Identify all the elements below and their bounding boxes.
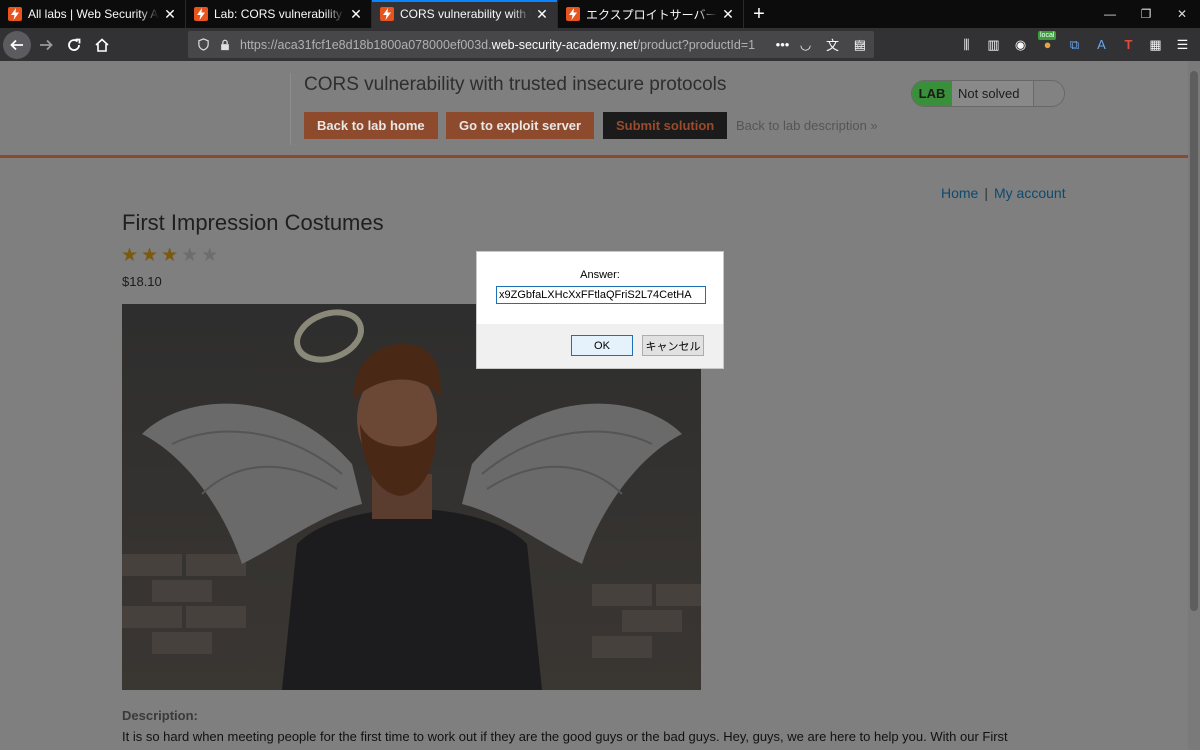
close-tab-icon[interactable]: ✕	[535, 7, 549, 21]
my-account-link[interactable]: My account	[994, 185, 1066, 201]
academy-lab-header: CORS vulnerability with trusted insecure…	[0, 61, 1188, 158]
pocket-icon[interactable]: ◡	[792, 31, 819, 58]
star-empty-icon: ★	[201, 245, 219, 266]
window-controls: — ❐ ✕	[1092, 0, 1200, 28]
go-to-exploit-server-button[interactable]: Go to exploit server	[446, 112, 595, 139]
tab-title: Lab: CORS vulnerability with trusted ins…	[214, 7, 345, 21]
extensions-grid-icon[interactable]: ▦	[1142, 31, 1169, 58]
web-security-academy-favicon-icon	[566, 7, 580, 21]
dialog-message: Answer:	[580, 269, 620, 281]
close-window-icon[interactable]: ✕	[1164, 0, 1200, 28]
tracking-protection-shield-icon[interactable]	[196, 38, 210, 52]
product-price: $18.10	[122, 274, 162, 289]
lab-status-text: Not solved	[952, 81, 1034, 106]
star-filled-icon: ★	[161, 245, 179, 266]
extension-fox-icon[interactable]: local ●	[1034, 31, 1061, 58]
tab-lab-instance[interactable]: CORS vulnerability with trusted insecure…	[372, 0, 558, 28]
tab-lab-description[interactable]: Lab: CORS vulnerability with trusted ins…	[186, 0, 372, 28]
web-security-academy-favicon-icon	[194, 7, 208, 21]
tab-bar: All labs | Web Security Academy ✕ Lab: C…	[0, 0, 1200, 28]
lab-status-widget: LAB Not solved	[911, 80, 1065, 107]
extension-t-icon[interactable]: T	[1115, 31, 1142, 58]
reload-icon[interactable]	[61, 32, 87, 58]
lab-status-indicator	[1034, 81, 1064, 106]
minimize-icon[interactable]: —	[1092, 0, 1128, 28]
prompt-dialog: Answer: OK キャンセル	[476, 251, 724, 369]
tab-title: CORS vulnerability with trusted insecure…	[400, 7, 531, 21]
web-security-academy-favicon-icon	[380, 7, 394, 21]
lab-badge: LAB	[912, 81, 952, 106]
browser-tools: ••• ◡ 文 ☆ ⫼ ▥ ◉ local ● ⧉ A T ▦ ☰	[769, 28, 1200, 61]
web-security-academy-favicon-icon	[8, 7, 22, 21]
close-tab-icon[interactable]: ✕	[349, 7, 363, 21]
description-label: Description:	[122, 708, 198, 723]
lab-title: CORS vulnerability with trusted insecure…	[304, 74, 727, 95]
new-tab-plus-icon[interactable]: +	[744, 0, 774, 28]
tab-title: All labs | Web Security Academy	[28, 7, 159, 21]
tab-all-labs[interactable]: All labs | Web Security Academy ✕	[0, 0, 186, 28]
local-badge: local	[1038, 31, 1057, 40]
back-arrow-icon[interactable]	[3, 30, 31, 59]
star-filled-icon: ★	[121, 245, 139, 266]
ok-button[interactable]: OK	[571, 335, 633, 356]
product-rating-stars: ★ ★ ★ ★ ★	[121, 246, 218, 266]
library-icon[interactable]: ⫼	[953, 31, 980, 58]
page-viewport: CORS vulnerability with trusted insecure…	[0, 61, 1188, 750]
back-to-lab-home-button[interactable]: Back to lab home	[304, 112, 438, 139]
cancel-button[interactable]: キャンセル	[642, 335, 704, 356]
product-title: First Impression Costumes	[122, 210, 384, 235]
home-icon[interactable]	[89, 32, 115, 58]
restore-icon[interactable]: ❐	[1128, 0, 1164, 28]
back-to-lab-description-link[interactable]: Back to lab description »	[736, 118, 878, 133]
forward-arrow-icon[interactable]	[33, 32, 59, 58]
star-empty-icon: ★	[181, 245, 199, 266]
product-description: It is so hard when meeting people for th…	[122, 729, 1008, 750]
dialog-footer: OK キャンセル	[477, 324, 723, 368]
scrollbar-thumb[interactable]	[1190, 71, 1198, 611]
tab-title: エクスプロイトサーバー：信頼できるプロトコル	[586, 7, 717, 22]
close-tab-icon[interactable]: ✕	[721, 7, 735, 21]
tab-exploit-server[interactable]: エクスプロイトサーバー：信頼できるプロトコル ✕	[558, 0, 744, 28]
extension-translate-icon[interactable]: ⧉	[1061, 31, 1088, 58]
lock-icon[interactable]	[218, 38, 232, 52]
account-icon[interactable]: ◉	[1007, 31, 1034, 58]
answer-input[interactable]	[496, 286, 706, 304]
extension-language-icon[interactable]: A	[1088, 31, 1115, 58]
bookmark-star-icon[interactable]: ☆	[846, 31, 873, 58]
hamburger-menu-icon[interactable]: ☰	[1169, 31, 1196, 58]
top-nav-links: Home | My account	[941, 185, 1066, 201]
url-text: https://aca31fcf1e8d18b1800a078000ef003d…	[240, 37, 756, 52]
translate-page-icon[interactable]: 文	[819, 31, 846, 58]
submit-solution-button[interactable]: Submit solution	[603, 112, 728, 139]
header-divider	[290, 73, 291, 145]
page-scrollbar[interactable]	[1188, 61, 1200, 750]
navigation-toolbar: https://aca31fcf1e8d18b1800a078000ef003d…	[0, 28, 1200, 61]
sidebar-icon[interactable]: ▥	[980, 31, 1007, 58]
home-link[interactable]: Home	[941, 185, 978, 201]
nav-separator: |	[984, 185, 988, 201]
star-filled-icon: ★	[141, 245, 159, 266]
close-tab-icon[interactable]: ✕	[163, 7, 177, 21]
